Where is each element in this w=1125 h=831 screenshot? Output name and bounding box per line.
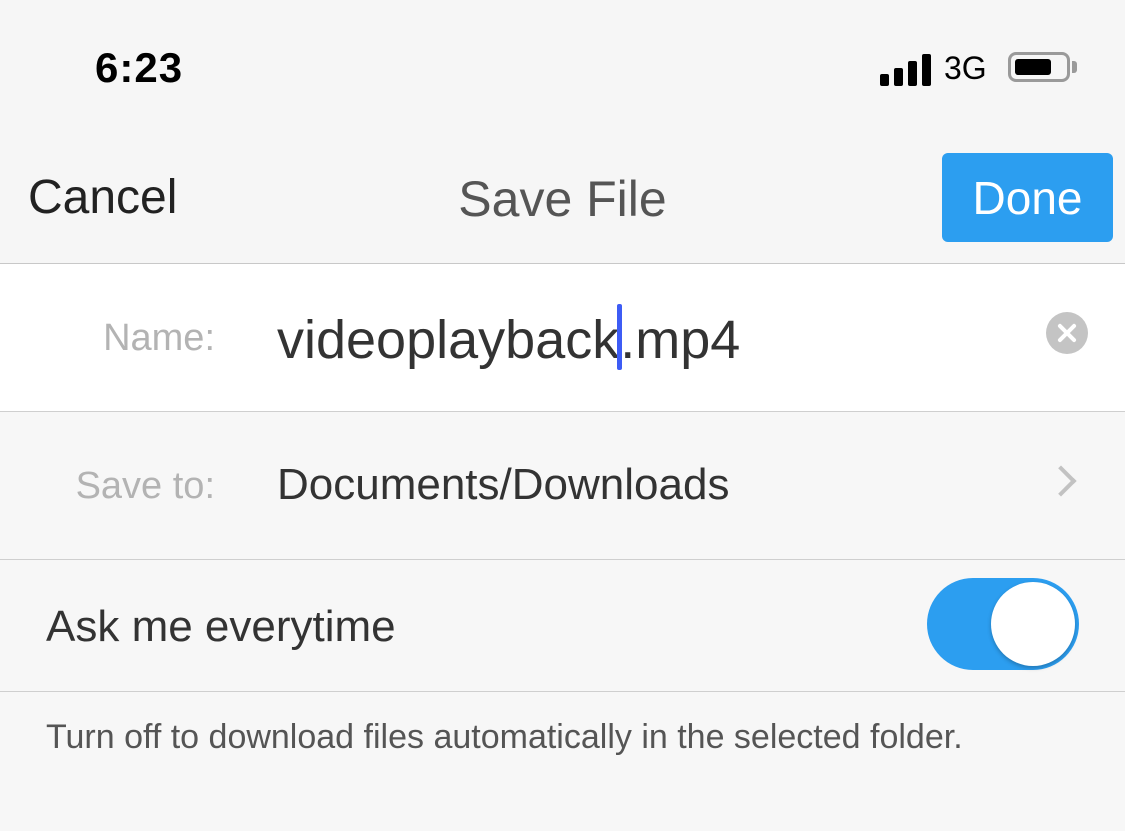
footnote-text: Turn off to download files automatically… (46, 718, 963, 756)
done-button[interactable]: Done (942, 153, 1113, 242)
file-name-input[interactable]: videoplayback.mp4 (277, 304, 740, 371)
save-to-label: Save to: (75, 465, 215, 507)
file-name-text-before-caret: videoplayback (277, 310, 620, 370)
battery-tip (1072, 61, 1077, 73)
network-type: 3G (944, 50, 987, 86)
clear-text-icon[interactable] (1046, 312, 1088, 354)
navigation-bar: Cancel Save File Done (0, 140, 1125, 264)
name-label: Name: (103, 317, 215, 359)
ask-row: Ask me everytime (0, 560, 1125, 692)
save-to-row[interactable]: Save to: Documents/Downloads (0, 412, 1125, 560)
ask-me-toggle[interactable] (927, 578, 1079, 670)
cancel-button[interactable]: Cancel (28, 170, 177, 225)
file-name-text-after-caret: .mp4 (620, 310, 741, 370)
status-time: 6:23 (95, 44, 184, 91)
battery-level (1015, 59, 1051, 75)
chevron-right-icon (1045, 465, 1077, 497)
ask-me-label: Ask me everytime (46, 602, 396, 651)
name-row: Name: videoplayback.mp4 (0, 264, 1125, 412)
toggle-knob (991, 582, 1075, 666)
signal-icon (880, 52, 935, 86)
battery-icon (1008, 52, 1070, 82)
status-bar: 6:23 3G (0, 0, 1125, 140)
save-to-path: Documents/Downloads (277, 460, 730, 509)
